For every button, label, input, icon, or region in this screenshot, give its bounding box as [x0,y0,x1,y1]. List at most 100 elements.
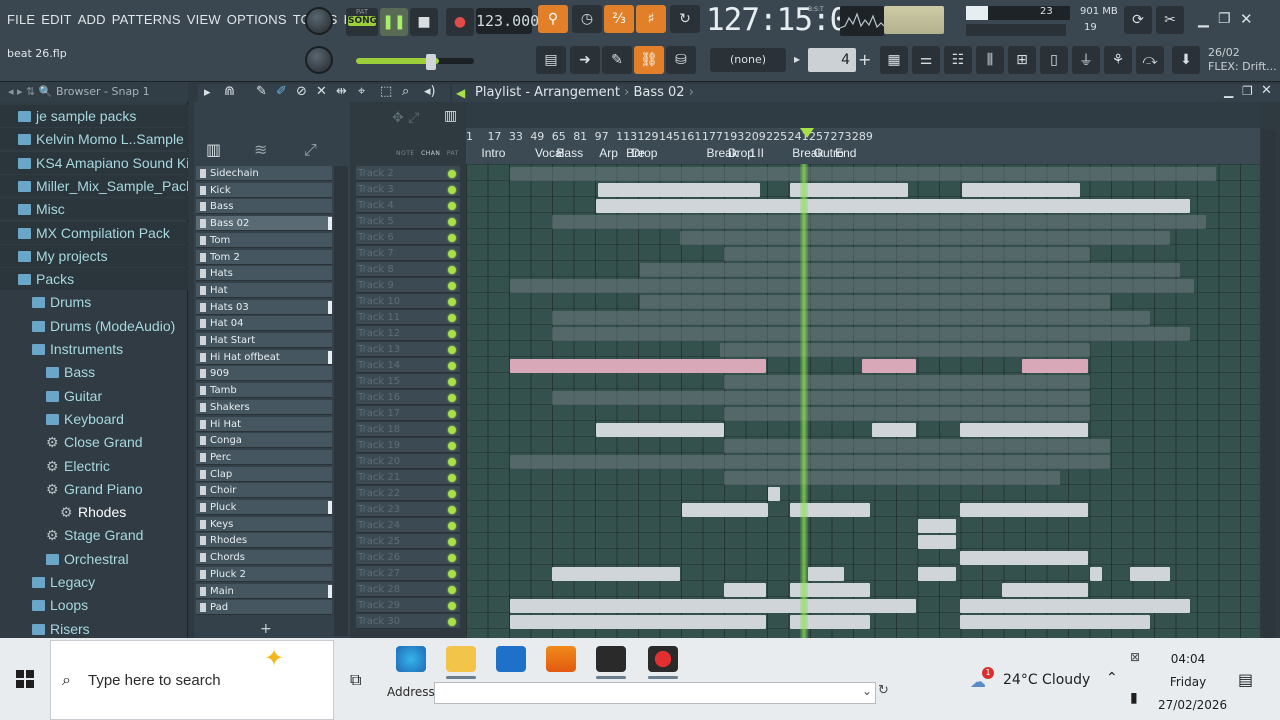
slip-tool-button[interactable]: ⇹ [336,84,347,99]
track-header[interactable]: Track 14 [356,358,460,373]
channel-row[interactable]: Shakers [196,399,332,415]
playlist-snap-icon[interactable]: ◀ [456,86,465,100]
track-mute-led[interactable] [448,474,456,482]
channel-row[interactable]: Hat 04 [196,316,332,332]
pattern-clip[interactable] [680,231,1170,245]
track-mute-led[interactable] [448,458,456,466]
track-mute-led[interactable] [448,394,456,402]
pattern-clip[interactable] [724,407,1090,421]
browser-item[interactable]: My projects [0,244,188,267]
channel-row[interactable]: Tom [196,232,332,248]
step-increment[interactable]: + [858,50,871,69]
wait-input-button[interactable]: ◷ [572,5,602,33]
pat-song-toggle[interactable]: PAT SONG [346,8,378,36]
next-button[interactable]: ➜ [570,46,600,74]
playlist-window-button[interactable]: ▦ [880,46,908,74]
master-volume-slider[interactable] [356,58,474,64]
track-mute-led[interactable] [448,602,456,610]
channel-row[interactable]: Chords [196,550,332,566]
browser-item[interactable]: ⚙ Electric [0,455,188,477]
track-mute-led[interactable] [448,586,456,594]
add-pattern-button[interactable]: + [260,621,272,637]
track-header[interactable]: Track 4 [356,198,460,213]
browser-item[interactable]: Drums [0,291,188,313]
pattern-clip[interactable] [960,423,1088,437]
browser-item[interactable]: ⚙ Rhodes [0,501,188,523]
performance-button[interactable]: ⚘ [1104,46,1132,74]
pattern-clip[interactable] [724,583,766,597]
track-header[interactable]: Track 18 [356,422,460,437]
browser-item[interactable]: ⚙ Close Grand [0,431,188,453]
channel-row[interactable]: Tom 2 [196,249,332,265]
pattern-clip[interactable] [720,343,1090,357]
stop-button[interactable]: ■ [410,8,438,36]
track-mute-led[interactable] [448,298,456,306]
channel-row[interactable]: Perc [196,449,332,465]
zoom-tool-button[interactable]: ⌕ [402,84,409,99]
tools-button[interactable]: ✂ [1156,6,1184,34]
pattern-clip[interactable] [724,471,1060,485]
track-mute-led[interactable] [448,618,456,626]
track-header[interactable]: Track 27 [356,566,460,581]
menu-options[interactable]: OPTIONS [224,10,290,30]
slice-tool-button[interactable]: ⌖ [358,84,365,99]
menu-add[interactable]: ADD [75,10,109,30]
channel-row[interactable]: Choir [196,483,332,499]
pattern-clip[interactable] [960,503,1088,517]
pattern-clip[interactable] [724,247,1090,261]
pattern-clip[interactable] [682,503,768,517]
link-button[interactable]: ⛓ [634,46,664,74]
pattern-clip[interactable] [1002,583,1088,597]
track-mute-led[interactable] [448,506,456,514]
track-mute-led[interactable] [448,346,456,354]
pattern-clip[interactable] [1090,567,1102,581]
pencil-tool-button[interactable]: ✎ [602,46,632,74]
step-prev-arrow[interactable]: ▸ [794,52,800,66]
browser-item[interactable]: KS4 Amapiano Sound Kit [0,151,188,174]
restore-button[interactable]: ❐ [1218,11,1231,27]
pattern-clip[interactable] [640,263,1180,277]
pattern-clip[interactable] [872,423,916,437]
taskbar-clock[interactable]: 04:04 Friday 27/02/2026 [1158,648,1227,717]
track-mute-led[interactable] [448,490,456,498]
weather-text[interactable]: 24°C Cloudy [1003,672,1090,688]
pattern-clip[interactable] [552,215,1206,229]
volume-slider-thumb[interactable] [426,54,436,70]
track-header[interactable]: Track 23 [356,502,460,517]
track-header[interactable]: Track 21 [356,470,460,485]
network-icon[interactable]: ⊠ [1130,650,1140,664]
track-mute-led[interactable] [448,570,456,578]
microphone-icon[interactable]: ▮ [1130,690,1138,706]
automation-view-button[interactable]: ⤢ [304,140,317,160]
browser-item[interactable]: Orchestral [0,548,188,570]
tray-expand-button[interactable]: ⌃ [1106,670,1118,686]
track-header[interactable]: Track 12 [356,326,460,341]
snap-selector[interactable]: (none) [710,48,786,72]
channel-row[interactable]: Bass 02 [196,216,332,232]
channel-rack-button[interactable]: ⚌ [912,46,940,74]
channel-row[interactable]: Pluck [196,500,332,515]
pattern-clip[interactable] [510,359,766,373]
channel-row[interactable]: 909 [196,366,332,382]
browser-item[interactable]: je sample packs [0,105,188,127]
browser-item[interactable]: ⚙ Stage Grand [0,524,188,546]
browser-tree-button[interactable]: ⊞ [1008,46,1036,74]
draw-tool-button[interactable]: ✎ [256,84,267,99]
delete-tool-button[interactable]: ⊘ [296,84,307,99]
pattern-clip[interactable] [918,519,956,533]
pattern-clip[interactable] [918,535,956,549]
menu-file[interactable]: FILE [4,10,38,30]
track-mute-led[interactable] [448,442,456,450]
pattern-clip[interactable] [552,567,680,581]
pattern-clip[interactable] [724,439,1110,453]
playback-tool-button[interactable]: ◂) [424,84,436,99]
track-header[interactable]: Track 28 [356,582,460,597]
pattern-clip[interactable] [960,615,1150,629]
loop-record-button[interactable]: ↻ [670,5,700,33]
channel-row[interactable]: Sidechain [196,166,332,181]
edge-browser-icon[interactable] [396,646,426,672]
sequencer-button[interactable]: ☷ [944,46,972,74]
audio-view-button[interactable]: ≋ [254,140,267,159]
browser-item[interactable]: Packs [0,268,188,291]
paint-tool-button[interactable]: ✐ [276,84,287,99]
